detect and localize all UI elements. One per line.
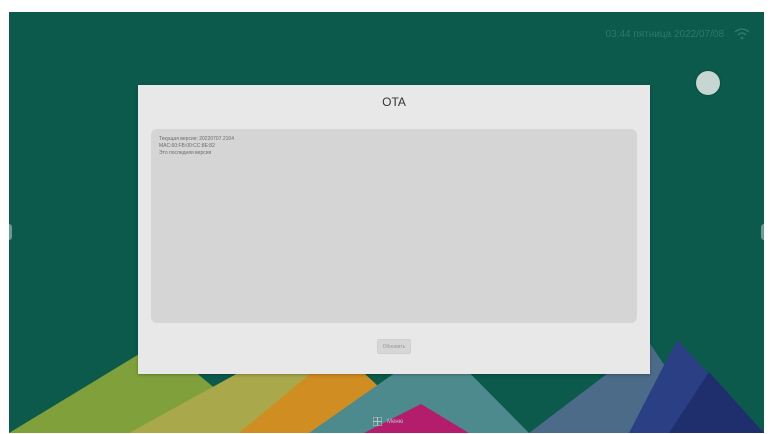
current-version-text: Текущая версия: 20220707.2104 — [159, 136, 234, 142]
status-bar: 03:44 пятница 2022/07/08 — [606, 28, 750, 40]
menu-label: Меню — [387, 418, 404, 425]
android-screen: 03:44 пятница 2022/07/08 OTA Текущая вер… — [9, 12, 764, 433]
ota-dialog: OTA Текущая версия: 20220707.2104 MAC:60… — [138, 85, 650, 374]
clock: 03:44 пятница 2022/07/08 — [605, 28, 724, 40]
dialog-title: OTA — [382, 95, 406, 109]
menu-button[interactable]: Меню — [373, 417, 403, 426]
latest-version-text: Это последняя версия — [159, 150, 212, 156]
update-button[interactable]: Обновить — [377, 339, 411, 354]
right-edge-handle[interactable] — [761, 224, 764, 240]
assistive-touch-button[interactable] — [696, 71, 720, 95]
wifi-icon — [734, 28, 750, 40]
version-info-box: Текущая версия: 20220707.2104 MAC:60:FB:… — [151, 129, 637, 323]
left-edge-handle[interactable] — [9, 224, 12, 240]
grid-icon — [373, 417, 382, 426]
mac-address-text: MAC:60:FB:00:CC:8E:82 — [159, 143, 215, 149]
